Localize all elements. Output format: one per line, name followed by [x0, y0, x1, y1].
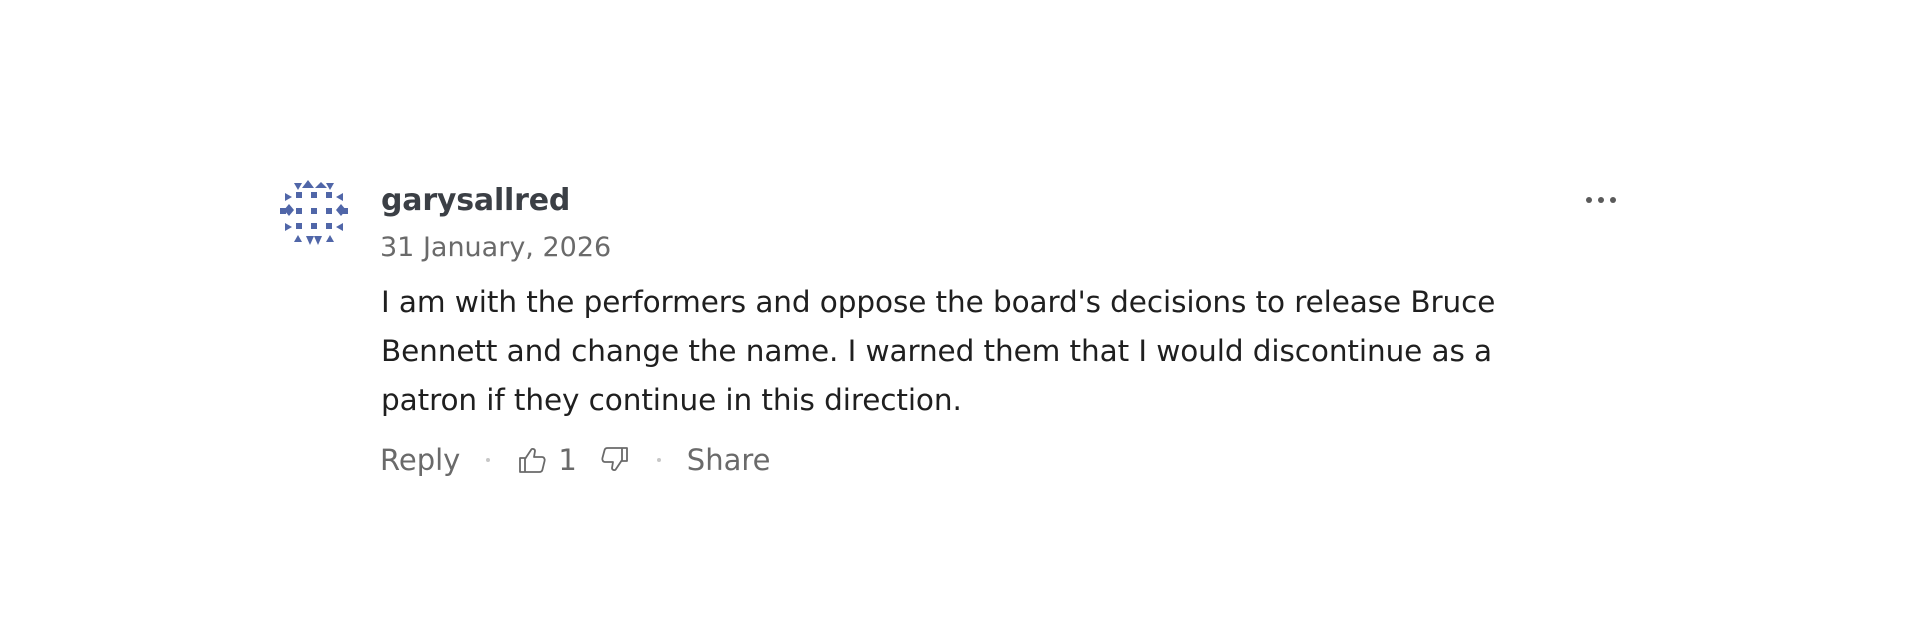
dislike-button[interactable]: [599, 444, 631, 476]
geometric-pattern-avatar-icon: [280, 180, 348, 245]
separator-dot: [486, 458, 491, 462]
ellipsis-icon: [1610, 197, 1616, 203]
like-count: 1: [558, 443, 577, 477]
ellipsis-icon: [1586, 197, 1592, 203]
comment-text: I am with the performers and oppose the …: [381, 285, 1496, 417]
thumbs-up-icon: [519, 448, 546, 473]
comment-username[interactable]: garysallred: [381, 183, 570, 218]
avatar[interactable]: [280, 179, 348, 247]
more-options-button[interactable]: [1586, 194, 1616, 206]
comment-actions: Reply 1 Share: [380, 440, 770, 480]
ellipsis-icon: [1598, 197, 1604, 203]
separator-dot: [656, 458, 661, 462]
thumbs-down-icon: [601, 447, 628, 471]
comment-date: 31 January, 2026: [380, 232, 612, 263]
reply-button[interactable]: Reply: [380, 443, 460, 477]
like-button[interactable]: 1: [516, 443, 598, 477]
share-button[interactable]: Share: [687, 443, 771, 477]
